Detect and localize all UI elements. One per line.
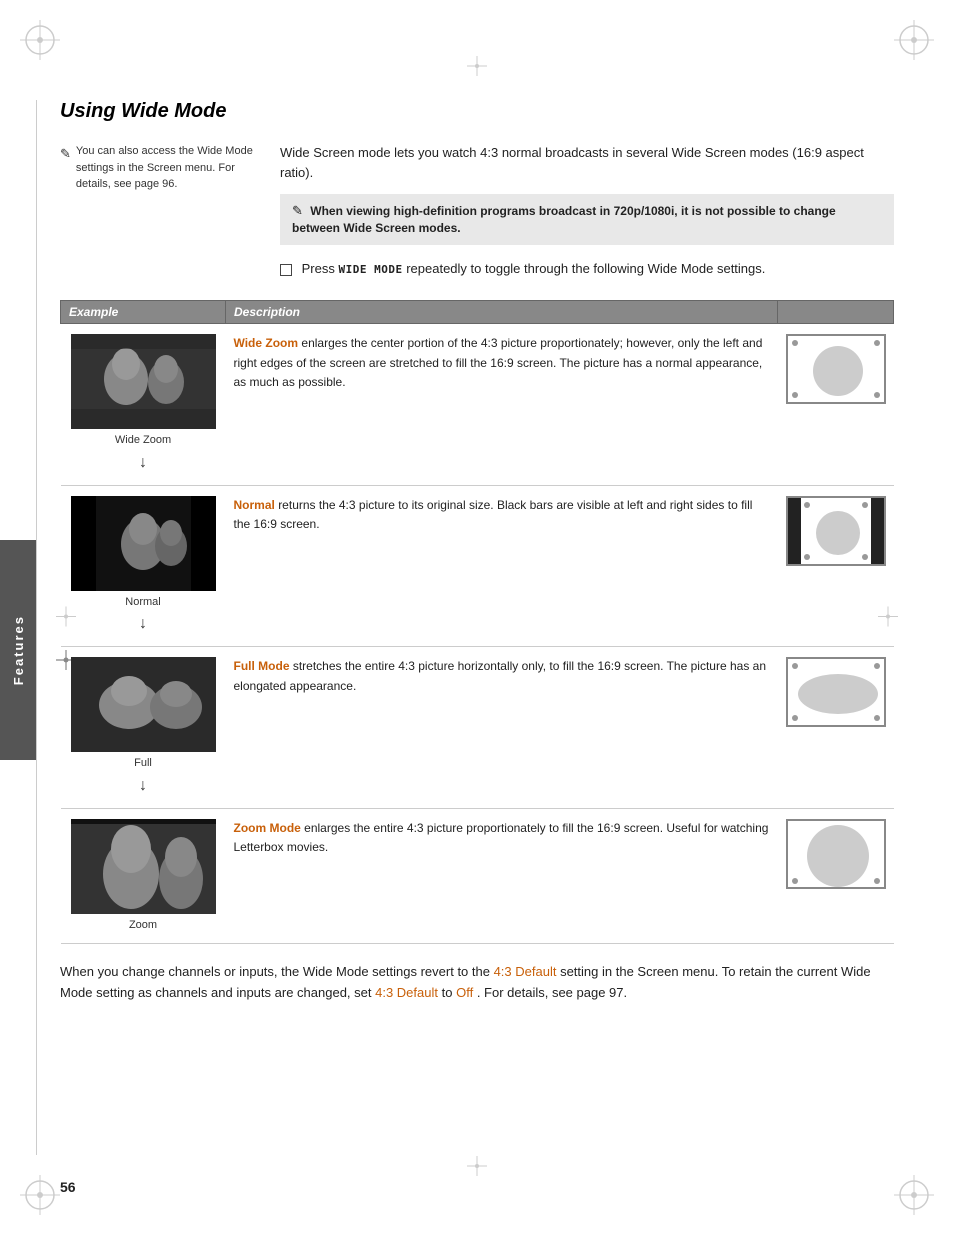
desc-cell-wide-zoom: Wide Zoom enlarges the center portion of… (226, 324, 778, 486)
left-border (36, 100, 37, 1155)
example-inner-wide-zoom: Wide Zoom ↓ (69, 334, 218, 475)
photo-zoom (71, 819, 216, 914)
table-row: Normal ↓ Normal returns the 4:3 picture … (61, 485, 894, 647)
side-tab-label: Features (11, 615, 26, 685)
intro-section: ✎ You can also access the Wide Mode sett… (60, 143, 894, 282)
bottom-crosshair (467, 1156, 487, 1179)
diagram-cell-wide-zoom (778, 324, 894, 486)
corner-mark-tl (18, 18, 62, 62)
desc-text-wide-zoom: Wide Zoom enlarges the center portion of… (234, 334, 770, 392)
intro-main-text: Wide Screen mode lets you watch 4:3 norm… (280, 143, 894, 182)
corner-mark-tr (892, 18, 936, 62)
diagram-zoom (786, 819, 886, 889)
diagram-cell-full (778, 647, 894, 809)
desc-text-normal: Normal returns the 4:3 picture to its or… (234, 496, 770, 534)
highlight-43-default-1: 4:3 Default (494, 964, 557, 979)
pencil-icon: ✎ (60, 144, 71, 164)
diagram-wide-zoom (786, 334, 886, 404)
table-row: Wide Zoom ↓ Wide Zoom enlarges the cente… (61, 324, 894, 486)
note-pencil-icon: ✎ (292, 203, 303, 218)
diagram-cell-normal (778, 485, 894, 647)
caption-normal: Normal (125, 594, 160, 611)
note-text: When viewing high-definition programs br… (292, 204, 836, 235)
photo-wide-zoom (71, 334, 216, 429)
intro-left: ✎ You can also access the Wide Mode sett… (60, 143, 260, 282)
table-header-description: Description (226, 301, 778, 324)
example-inner-normal: Normal ↓ (69, 496, 218, 637)
highlight-off: Off (456, 985, 473, 1000)
note-box: ✎ When viewing high-definition programs … (280, 194, 894, 245)
desc-text-full: Full Mode stretches the entire 4:3 pictu… (234, 657, 770, 695)
page-title: Using Wide Mode (60, 100, 894, 123)
example-cell-full: Full ↓ (61, 647, 226, 809)
table-row: Zoom Zoom Mode enlarges the entire 4:3 p… (61, 808, 894, 944)
desc-cell-full: Full Mode stretches the entire 4:3 pictu… (226, 647, 778, 809)
bottom-text-section: When you change channels or inputs, the … (60, 962, 894, 1004)
example-inner-zoom: Zoom (69, 819, 218, 934)
modes-table: Example Description (60, 300, 894, 944)
bottom-paragraph: When you change channels or inputs, the … (60, 962, 894, 1004)
caption-full: Full (134, 755, 152, 772)
caption-zoom: Zoom (129, 917, 157, 934)
desc-cell-normal: Normal returns the 4:3 picture to its or… (226, 485, 778, 647)
checkbox-bullet (280, 264, 292, 276)
side-tab: Features (0, 540, 36, 760)
side-note: ✎ You can also access the Wide Mode sett… (60, 143, 260, 193)
arrow-down-full: ↓ (139, 774, 147, 798)
diagram-cell-zoom (778, 808, 894, 944)
table-row: Full ↓ Full Mode stretches the entire 4:… (61, 647, 894, 809)
corner-mark-br (892, 1173, 936, 1217)
example-cell-normal: Normal ↓ (61, 485, 226, 647)
press-instruction: Press WIDE MODE repeatedly to toggle thr… (280, 259, 894, 279)
desc-text-zoom: Zoom Mode enlarges the entire 4:3 pictur… (234, 819, 770, 857)
top-crosshair (467, 56, 487, 79)
caption-wide-zoom: Wide Zoom (115, 432, 171, 449)
highlight-full: Full Mode (234, 659, 290, 673)
table-header-example: Example (61, 301, 226, 324)
side-note-text: You can also access the Wide Mode settin… (76, 143, 260, 193)
example-cell-wide-zoom: Wide Zoom ↓ (61, 324, 226, 486)
highlight-43-default-2: 4:3 Default (375, 985, 438, 1000)
photo-full (71, 657, 216, 752)
diagram-normal (786, 496, 886, 566)
highlight-wide-zoom: Wide Zoom (234, 336, 299, 350)
diagram-full (786, 657, 886, 727)
page-number: 56 (60, 1179, 76, 1195)
page-content: Using Wide Mode ✎ You can also access th… (60, 100, 894, 1155)
arrow-down-normal: ↓ (139, 612, 147, 636)
example-cell-zoom: Zoom (61, 808, 226, 944)
desc-cell-zoom: Zoom Mode enlarges the entire 4:3 pictur… (226, 808, 778, 944)
intro-right: Wide Screen mode lets you watch 4:3 norm… (280, 143, 894, 282)
highlight-zoom: Zoom Mode (234, 821, 301, 835)
highlight-normal: Normal (234, 498, 275, 512)
example-inner-full: Full ↓ (69, 657, 218, 798)
table-header-diagram (778, 301, 894, 324)
corner-mark-bl (18, 1173, 62, 1217)
photo-normal (71, 496, 216, 591)
arrow-down-wide-zoom: ↓ (139, 451, 147, 475)
wide-mode-key: WIDE MODE (338, 263, 402, 276)
